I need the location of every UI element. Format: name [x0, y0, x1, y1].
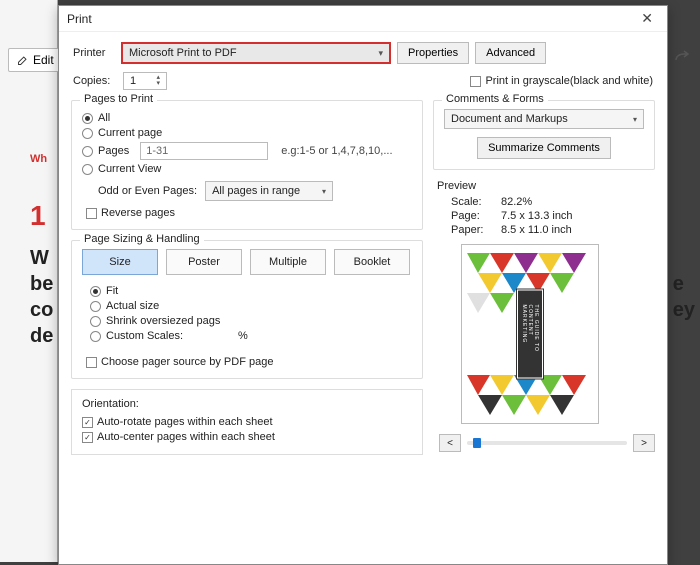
radio-icon [90, 316, 101, 327]
group-legend: Comments & Forms [442, 93, 548, 105]
tab-size[interactable]: Size [82, 249, 158, 275]
printer-value: Microsoft Print to PDF [129, 47, 237, 59]
radio-all[interactable]: All [82, 112, 412, 124]
choose-source-checkbox[interactable]: Choose pager source by PDF page [86, 356, 412, 368]
tab-multiple[interactable]: Multiple [250, 249, 326, 275]
page-slider[interactable] [467, 441, 627, 445]
orientation-group: Orientation: ✓ Auto-rotate pages within … [71, 389, 423, 455]
radio-icon [82, 146, 93, 157]
tab-booklet[interactable]: Booklet [334, 249, 410, 275]
close-button[interactable]: ✕ [635, 8, 659, 29]
group-legend: Page Sizing & Handling [80, 233, 204, 245]
printer-label: Printer [73, 47, 115, 59]
printer-select[interactable]: Microsoft Print to PDF ▾ [121, 42, 391, 64]
reverse-checkbox[interactable]: Reverse pages [86, 207, 412, 219]
radio-actual[interactable]: Actual size [90, 300, 412, 312]
page-sizing-group: Page Sizing & Handling Size Poster Multi… [71, 240, 423, 379]
prev-page-button[interactable]: < [439, 434, 461, 452]
copies-label: Copies: [73, 75, 115, 87]
checkbox-icon: ✓ [82, 432, 93, 443]
grayscale-checkbox[interactable]: Print in grayscale(black and white) [470, 75, 653, 87]
print-dialog: Print ✕ Printer Microsoft Print to PDF ▾… [58, 5, 668, 565]
redo-icon[interactable] [674, 50, 692, 64]
properties-button[interactable]: Properties [397, 42, 469, 64]
edit-button[interactable]: Edit [8, 48, 63, 72]
pages-to-print-group: Pages to Print All Current page Pages 1-… [71, 100, 423, 230]
radio-shrink[interactable]: Shrink oversiezed pags [90, 315, 412, 327]
radio-custom[interactable]: Custom Scales:% [90, 330, 412, 342]
summarize-button[interactable]: Summarize Comments [477, 137, 611, 159]
tab-poster[interactable]: Poster [166, 249, 242, 275]
slider-thumb-icon [473, 438, 481, 448]
group-legend: Orientation: [82, 398, 412, 410]
pages-hint: e.g:1-5 or 1,4,7,8,10,... [281, 145, 392, 157]
checkbox-icon [86, 357, 97, 368]
radio-icon [82, 113, 93, 124]
dialog-title: Print [67, 12, 635, 26]
radio-icon [82, 128, 93, 139]
radio-icon [90, 331, 101, 342]
pencil-icon [17, 54, 29, 66]
preview-doc-title: THE GUIDE TO CONTENT MARKETING [517, 290, 543, 379]
bg-text: W be co de [30, 245, 53, 349]
spinner-arrows-icon: ▴▾ [156, 75, 160, 87]
group-legend: Preview [437, 180, 655, 192]
edit-label: Edit [33, 53, 54, 67]
copies-stepper[interactable]: 1 ▴▾ [123, 72, 167, 90]
preview-thumbnail: THE GUIDE TO CONTENT MARKETING [461, 244, 599, 424]
auto-center-checkbox[interactable]: ✓ Auto-center pages within each sheet [82, 431, 412, 443]
titlebar: Print ✕ [59, 6, 667, 32]
radio-current-view[interactable]: Current View [82, 163, 412, 175]
chevron-down-icon: ▾ [378, 48, 383, 59]
radio-icon [90, 301, 101, 312]
comments-select[interactable]: Document and Markups ▾ [444, 109, 644, 129]
group-legend: Pages to Print [80, 93, 157, 105]
auto-rotate-checkbox[interactable]: ✓ Auto-rotate pages within each sheet [82, 416, 412, 428]
checkbox-icon [470, 76, 481, 87]
radio-pages[interactable]: Pages 1-31 e.g:1-5 or 1,4,7,8,10,... [82, 142, 412, 160]
pages-input[interactable]: 1-31 [140, 142, 268, 160]
radio-current-page[interactable]: Current page [82, 127, 412, 139]
chevron-down-icon: ▾ [322, 187, 326, 196]
radio-fit[interactable]: Fit [90, 285, 412, 297]
bg-text: e ey [673, 245, 695, 323]
checkbox-icon: ✓ [82, 417, 93, 428]
odd-even-select[interactable]: All pages in range ▾ [205, 181, 333, 201]
radio-icon [90, 286, 101, 297]
bg-text: Wh [30, 153, 47, 165]
radio-icon [82, 164, 93, 175]
comments-group: Comments & Forms Document and Markups ▾ … [433, 100, 655, 170]
grayscale-label: Print in grayscale(black and white) [485, 75, 653, 87]
bg-text: 1 [30, 200, 46, 232]
advanced-button[interactable]: Advanced [475, 42, 546, 64]
preview-group: Preview Scale:82.2% Page:7.5 x 13.3 inch… [433, 180, 655, 452]
copies-value: 1 [130, 75, 136, 87]
chevron-down-icon: ▾ [633, 115, 637, 124]
odd-even-label: Odd or Even Pages: [98, 185, 197, 197]
checkbox-icon [86, 208, 97, 219]
next-page-button[interactable]: > [633, 434, 655, 452]
